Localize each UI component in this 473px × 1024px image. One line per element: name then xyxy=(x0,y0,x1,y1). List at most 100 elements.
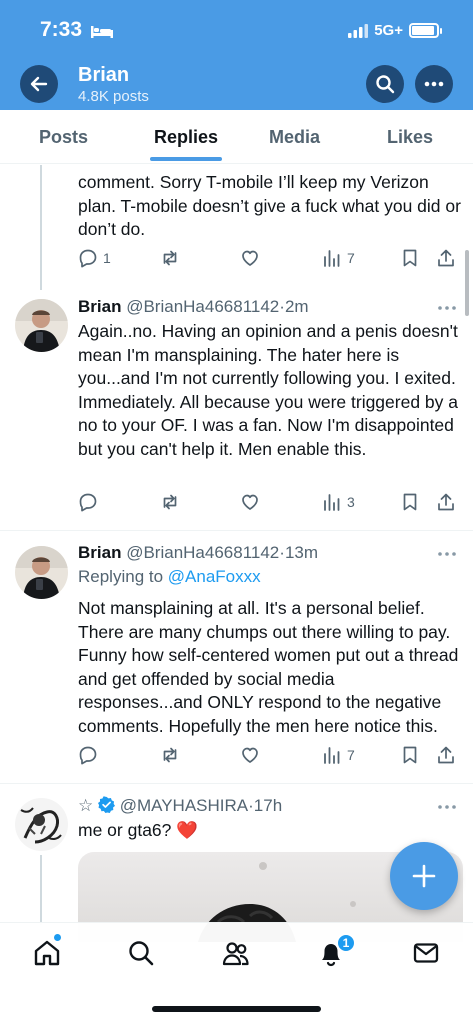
tweet-more-icon[interactable] xyxy=(437,551,457,557)
author-handle[interactable]: @BrianHa46681142 xyxy=(126,297,279,316)
search-button[interactable] xyxy=(366,65,404,103)
tweet-time: 2m xyxy=(284,297,309,316)
more-button[interactable] xyxy=(415,65,453,103)
repost-icon xyxy=(163,250,177,266)
tab-posts[interactable]: Posts xyxy=(39,127,88,148)
bookmark-button[interactable] xyxy=(400,745,420,765)
reply-icon xyxy=(79,746,97,765)
author-handle[interactable]: @BrianHa46681142 xyxy=(126,543,279,562)
repost-button[interactable] xyxy=(160,492,185,512)
tweet-more-icon[interactable] xyxy=(437,804,457,810)
replying-to-label: Replying to xyxy=(78,567,168,586)
signal-icon xyxy=(348,23,369,38)
views-icon xyxy=(324,494,340,511)
avatar[interactable] xyxy=(15,798,68,851)
home-unread-dot xyxy=(54,934,61,941)
share-button[interactable] xyxy=(436,248,456,268)
repost-button[interactable] xyxy=(160,248,185,268)
repost-icon xyxy=(163,747,177,763)
repost-button[interactable] xyxy=(160,745,185,765)
like-button[interactable] xyxy=(240,745,265,765)
back-arrow-icon xyxy=(30,76,48,92)
notification-badge: 1 xyxy=(336,933,356,953)
compose-button[interactable] xyxy=(390,842,458,910)
repost-icon xyxy=(163,494,177,510)
like-button[interactable] xyxy=(240,492,265,512)
share-icon xyxy=(438,746,454,764)
share-icon xyxy=(438,249,454,267)
home-indicator xyxy=(152,1006,321,1012)
more-icon xyxy=(424,81,444,87)
profile-name: Brian xyxy=(78,64,130,86)
tweet-actions: 1 7 xyxy=(78,248,463,272)
author-name[interactable]: Brian xyxy=(78,297,121,316)
view-count: 7 xyxy=(347,747,355,763)
tweet-text: comment. Sorry T-mobile I’ll keep my Ver… xyxy=(78,172,461,239)
tab-likes[interactable]: Likes xyxy=(387,127,433,148)
share-button[interactable] xyxy=(436,745,456,765)
views-icon xyxy=(324,250,340,267)
like-icon xyxy=(242,494,258,510)
reply-button[interactable] xyxy=(78,745,103,765)
views-button[interactable]: 7 xyxy=(322,745,355,765)
author-handle[interactable]: @MAYHASHIRA xyxy=(120,796,248,815)
bookmark-icon xyxy=(403,746,417,764)
share-icon xyxy=(438,493,454,511)
reply-icon xyxy=(79,493,97,512)
tweet-text: me or gta6? ❤️ xyxy=(78,820,199,840)
verified-icon xyxy=(97,796,115,813)
divider xyxy=(0,530,473,531)
reply-button[interactable] xyxy=(78,492,103,512)
tweet-text: Not mansplaining at all. It's a personal… xyxy=(78,598,459,736)
back-button[interactable] xyxy=(20,65,58,103)
tweet-actions: 3 xyxy=(78,492,463,516)
bookmark-icon xyxy=(403,493,417,511)
search-icon[interactable] xyxy=(126,938,156,968)
author-name[interactable]: Brian xyxy=(78,543,121,562)
tab-replies[interactable]: Replies xyxy=(154,127,218,148)
like-icon xyxy=(242,747,258,763)
star-prefix: ☆ xyxy=(78,796,94,815)
avatar[interactable] xyxy=(15,299,68,352)
tweet-meta: Brian @BrianHa46681142·13m xyxy=(78,543,318,563)
views-button[interactable]: 7 xyxy=(322,248,355,268)
tweet-actions: 7 xyxy=(78,745,463,769)
bed-icon xyxy=(91,26,113,38)
like-icon xyxy=(242,250,258,266)
active-tab-indicator xyxy=(150,157,222,161)
views-icon xyxy=(324,747,340,764)
share-button[interactable] xyxy=(436,492,456,512)
reply-icon xyxy=(79,249,97,268)
thread-line xyxy=(40,165,42,290)
battery-icon xyxy=(409,23,442,38)
bookmark-icon xyxy=(403,249,417,267)
thread-line xyxy=(40,855,42,925)
view-count: 3 xyxy=(347,494,355,510)
replying-to-link[interactable]: @AnaFoxxx xyxy=(168,567,261,586)
home-icon[interactable] xyxy=(32,938,62,968)
reply-count: 1 xyxy=(103,250,111,266)
avatar[interactable] xyxy=(15,546,68,599)
views-button[interactable]: 3 xyxy=(322,492,355,512)
search-icon xyxy=(376,75,395,94)
bookmark-button[interactable] xyxy=(400,248,420,268)
post-count: 4.8K posts xyxy=(78,88,149,105)
tweet-text: Again..no. Having an opinion and a penis… xyxy=(78,321,459,459)
profile-tabs: Posts Replies Media Likes xyxy=(0,110,473,164)
divider xyxy=(0,783,473,784)
scrollbar[interactable] xyxy=(465,250,469,316)
bookmark-button[interactable] xyxy=(400,492,420,512)
tweet-meta: ☆ @MAYHASHIRA·17h xyxy=(78,796,282,816)
like-button[interactable] xyxy=(240,248,265,268)
profile-header: 7:33 5G+ Brian 4.8K posts xyxy=(0,0,473,110)
tweet-meta: Brian @BrianHa46681142·2m xyxy=(78,297,309,317)
network-label: 5G+ xyxy=(374,22,403,39)
view-count: 7 xyxy=(347,250,355,266)
tweet-time: 17h xyxy=(253,796,283,815)
tweet-more-icon[interactable] xyxy=(437,305,457,311)
mail-icon[interactable] xyxy=(411,938,441,968)
people-icon[interactable] xyxy=(221,938,251,968)
tab-media[interactable]: Media xyxy=(269,127,320,148)
replying-to: Replying to @AnaFoxxx xyxy=(78,567,261,587)
reply-button[interactable]: 1 xyxy=(78,248,111,268)
